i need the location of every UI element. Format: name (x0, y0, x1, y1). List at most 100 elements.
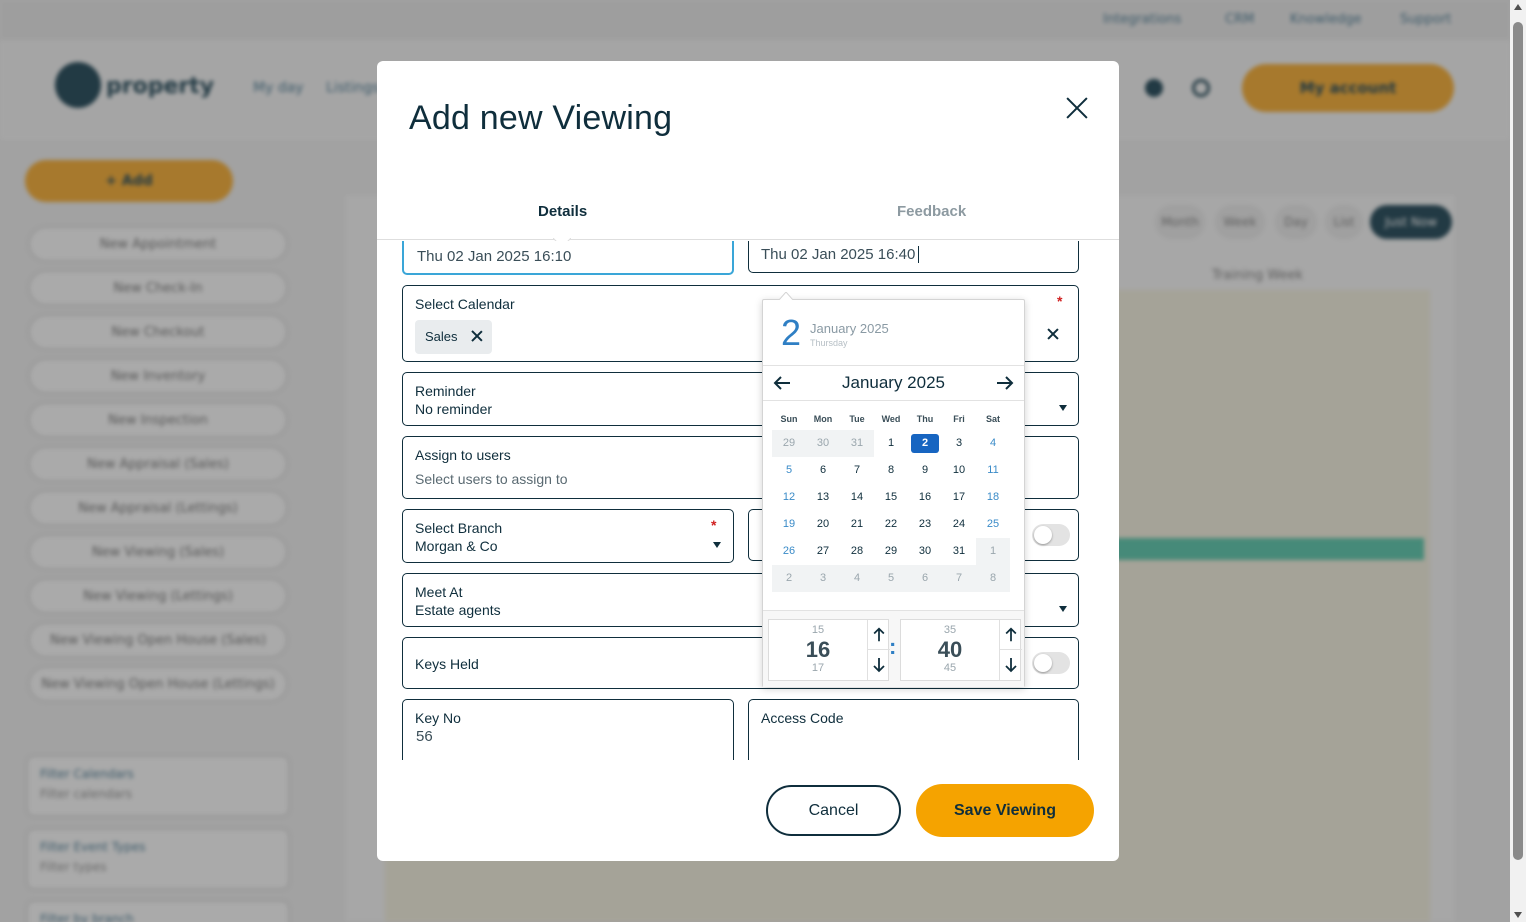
calendar-day-number: 18 (986, 491, 1000, 503)
calendar-day-number: 21 (850, 518, 864, 530)
save-viewing-button[interactable]: Save Viewing (916, 784, 1094, 837)
calendar-day[interactable]: 29 (874, 538, 908, 565)
close-icon[interactable] (1062, 93, 1092, 123)
hour-next[interactable]: 17 (769, 662, 867, 674)
calendar-day-number: 31 (952, 545, 966, 557)
start-datetime-field[interactable]: Thu 02 Jan 2025 16:10 (402, 241, 734, 275)
chevron-down-icon (713, 542, 721, 548)
select-branch-label: Select Branch (415, 520, 503, 536)
hour-up-arrow-icon[interactable] (868, 620, 890, 650)
select-branch-field[interactable]: Select Branch Morgan & Co * (402, 509, 734, 563)
key-no-label: Key No (415, 710, 461, 726)
scroll-down-arrow-icon[interactable] (1514, 912, 1522, 918)
minute-spinner[interactable]: 35 40 45 (900, 619, 1022, 681)
calendar-day[interactable]: 19 (772, 511, 806, 538)
tab-feedback[interactable]: Feedback (897, 203, 966, 220)
calendar-day[interactable]: 5 (874, 565, 908, 592)
calendar-day[interactable]: 18 (976, 484, 1010, 511)
calendar-day[interactable]: 30 (806, 430, 840, 457)
calendar-day[interactable]: 6 (908, 565, 942, 592)
calendar-day[interactable]: 10 (942, 457, 976, 484)
calendar-day[interactable]: 13 (806, 484, 840, 511)
end-datetime-field[interactable]: Thu 02 Jan 2025 16:40 (748, 241, 1079, 273)
select-calendar-label: Select Calendar (415, 296, 515, 312)
clear-selection-icon[interactable] (1047, 328, 1059, 340)
calendar-day[interactable]: 11 (976, 457, 1010, 484)
calendar-day[interactable]: 15 (874, 484, 908, 511)
weekday-label: Wed (881, 414, 901, 424)
selected-day-number: 2 (781, 312, 802, 353)
scroll-thumb[interactable] (1513, 22, 1523, 860)
calendar-day[interactable]: 31 (942, 538, 976, 565)
calendar-day[interactable]: 8 (976, 565, 1010, 592)
calendar-day[interactable]: 12 (772, 484, 806, 511)
hour-spinner[interactable]: 15 16 17 (768, 619, 890, 681)
calendar-day[interactable]: 28 (840, 538, 874, 565)
key-no-field[interactable]: Key No 56 (402, 699, 734, 760)
calendar-day[interactable]: 3 (942, 430, 976, 457)
calendar-day-number: 19 (782, 518, 796, 530)
scroll-up-arrow-icon[interactable] (1514, 4, 1522, 10)
access-code-field[interactable]: Access Code (748, 699, 1079, 760)
calendar-day[interactable]: 2 (772, 565, 806, 592)
calendar-day[interactable]: 25 (976, 511, 1010, 538)
calendar-day[interactable]: 17 (942, 484, 976, 511)
minute-next[interactable]: 45 (901, 662, 999, 674)
keys-held-toggle[interactable] (1032, 652, 1070, 674)
calendar-day[interactable]: 3 (806, 565, 840, 592)
calendar-day-number: 6 (921, 572, 929, 584)
keys-held-label: Keys Held (415, 656, 479, 672)
minute-down-arrow-icon[interactable] (1000, 650, 1022, 680)
modal-title: Add new Viewing (409, 99, 673, 137)
calendar-day[interactable]: 9 (908, 457, 942, 484)
access-code-label: Access Code (761, 710, 844, 726)
calendar-day[interactable]: 7 (840, 457, 874, 484)
calendar-day-number: 28 (850, 545, 864, 557)
toggle-knob (1034, 654, 1052, 672)
calendar-day[interactable]: 1 (874, 430, 908, 457)
calendar-day[interactable]: 4 (976, 430, 1010, 457)
calendar-day-number: 29 (782, 437, 796, 449)
calendar-day[interactable]: 30 (908, 538, 942, 565)
calendar-day-number: 8 (989, 572, 997, 584)
calendar-day[interactable]: 5 (772, 457, 806, 484)
reminder-value: No reminder (415, 401, 493, 417)
calendar-day-selected[interactable]: 2 (908, 430, 942, 457)
cancel-button[interactable]: Cancel (766, 785, 901, 836)
tab-details[interactable]: Details (538, 203, 587, 220)
calendar-day[interactable]: 21 (840, 511, 874, 538)
calendar-day[interactable]: 31 (840, 430, 874, 457)
hour-down-arrow-icon[interactable] (868, 650, 890, 680)
hour-current[interactable]: 16 (769, 637, 867, 663)
minute-up-arrow-icon[interactable] (1000, 620, 1022, 650)
calendar-day[interactable]: 23 (908, 511, 942, 538)
minute-current[interactable]: 40 (901, 637, 999, 663)
calendar-day[interactable]: 20 (806, 511, 840, 538)
remove-chip-icon[interactable] (471, 330, 483, 342)
page-scrollbar[interactable] (1510, 0, 1526, 922)
toggle-switch[interactable] (1032, 524, 1070, 546)
minute-prev[interactable]: 35 (901, 624, 999, 636)
key-no-value: 56 (416, 728, 433, 745)
calendar-day[interactable]: 8 (874, 457, 908, 484)
arrow-right-icon[interactable] (995, 374, 1015, 392)
calendar-day[interactable]: 7 (942, 565, 976, 592)
calendar-day-number: 10 (952, 464, 966, 476)
calendar-day[interactable]: 1 (976, 538, 1010, 565)
calendar-day[interactable]: 6 (806, 457, 840, 484)
hour-prev[interactable]: 15 (769, 624, 867, 636)
calendar-day[interactable]: 14 (840, 484, 874, 511)
calendar-day-number: 3 (955, 437, 963, 449)
calendar-day-number: 3 (819, 572, 827, 584)
required-marker: * (711, 517, 717, 533)
start-datetime-value: Thu 02 Jan 2025 16:10 (417, 248, 572, 265)
calendar-day[interactable]: 22 (874, 511, 908, 538)
calendar-day[interactable]: 24 (942, 511, 976, 538)
end-datetime-value: Thu 02 Jan 2025 16:40 (761, 246, 916, 263)
calendar-day[interactable]: 29 (772, 430, 806, 457)
calendar-day-number: 16 (918, 491, 932, 503)
calendar-day[interactable]: 26 (772, 538, 806, 565)
calendar-day[interactable]: 27 (806, 538, 840, 565)
calendar-day[interactable]: 4 (840, 565, 874, 592)
calendar-day[interactable]: 16 (908, 484, 942, 511)
